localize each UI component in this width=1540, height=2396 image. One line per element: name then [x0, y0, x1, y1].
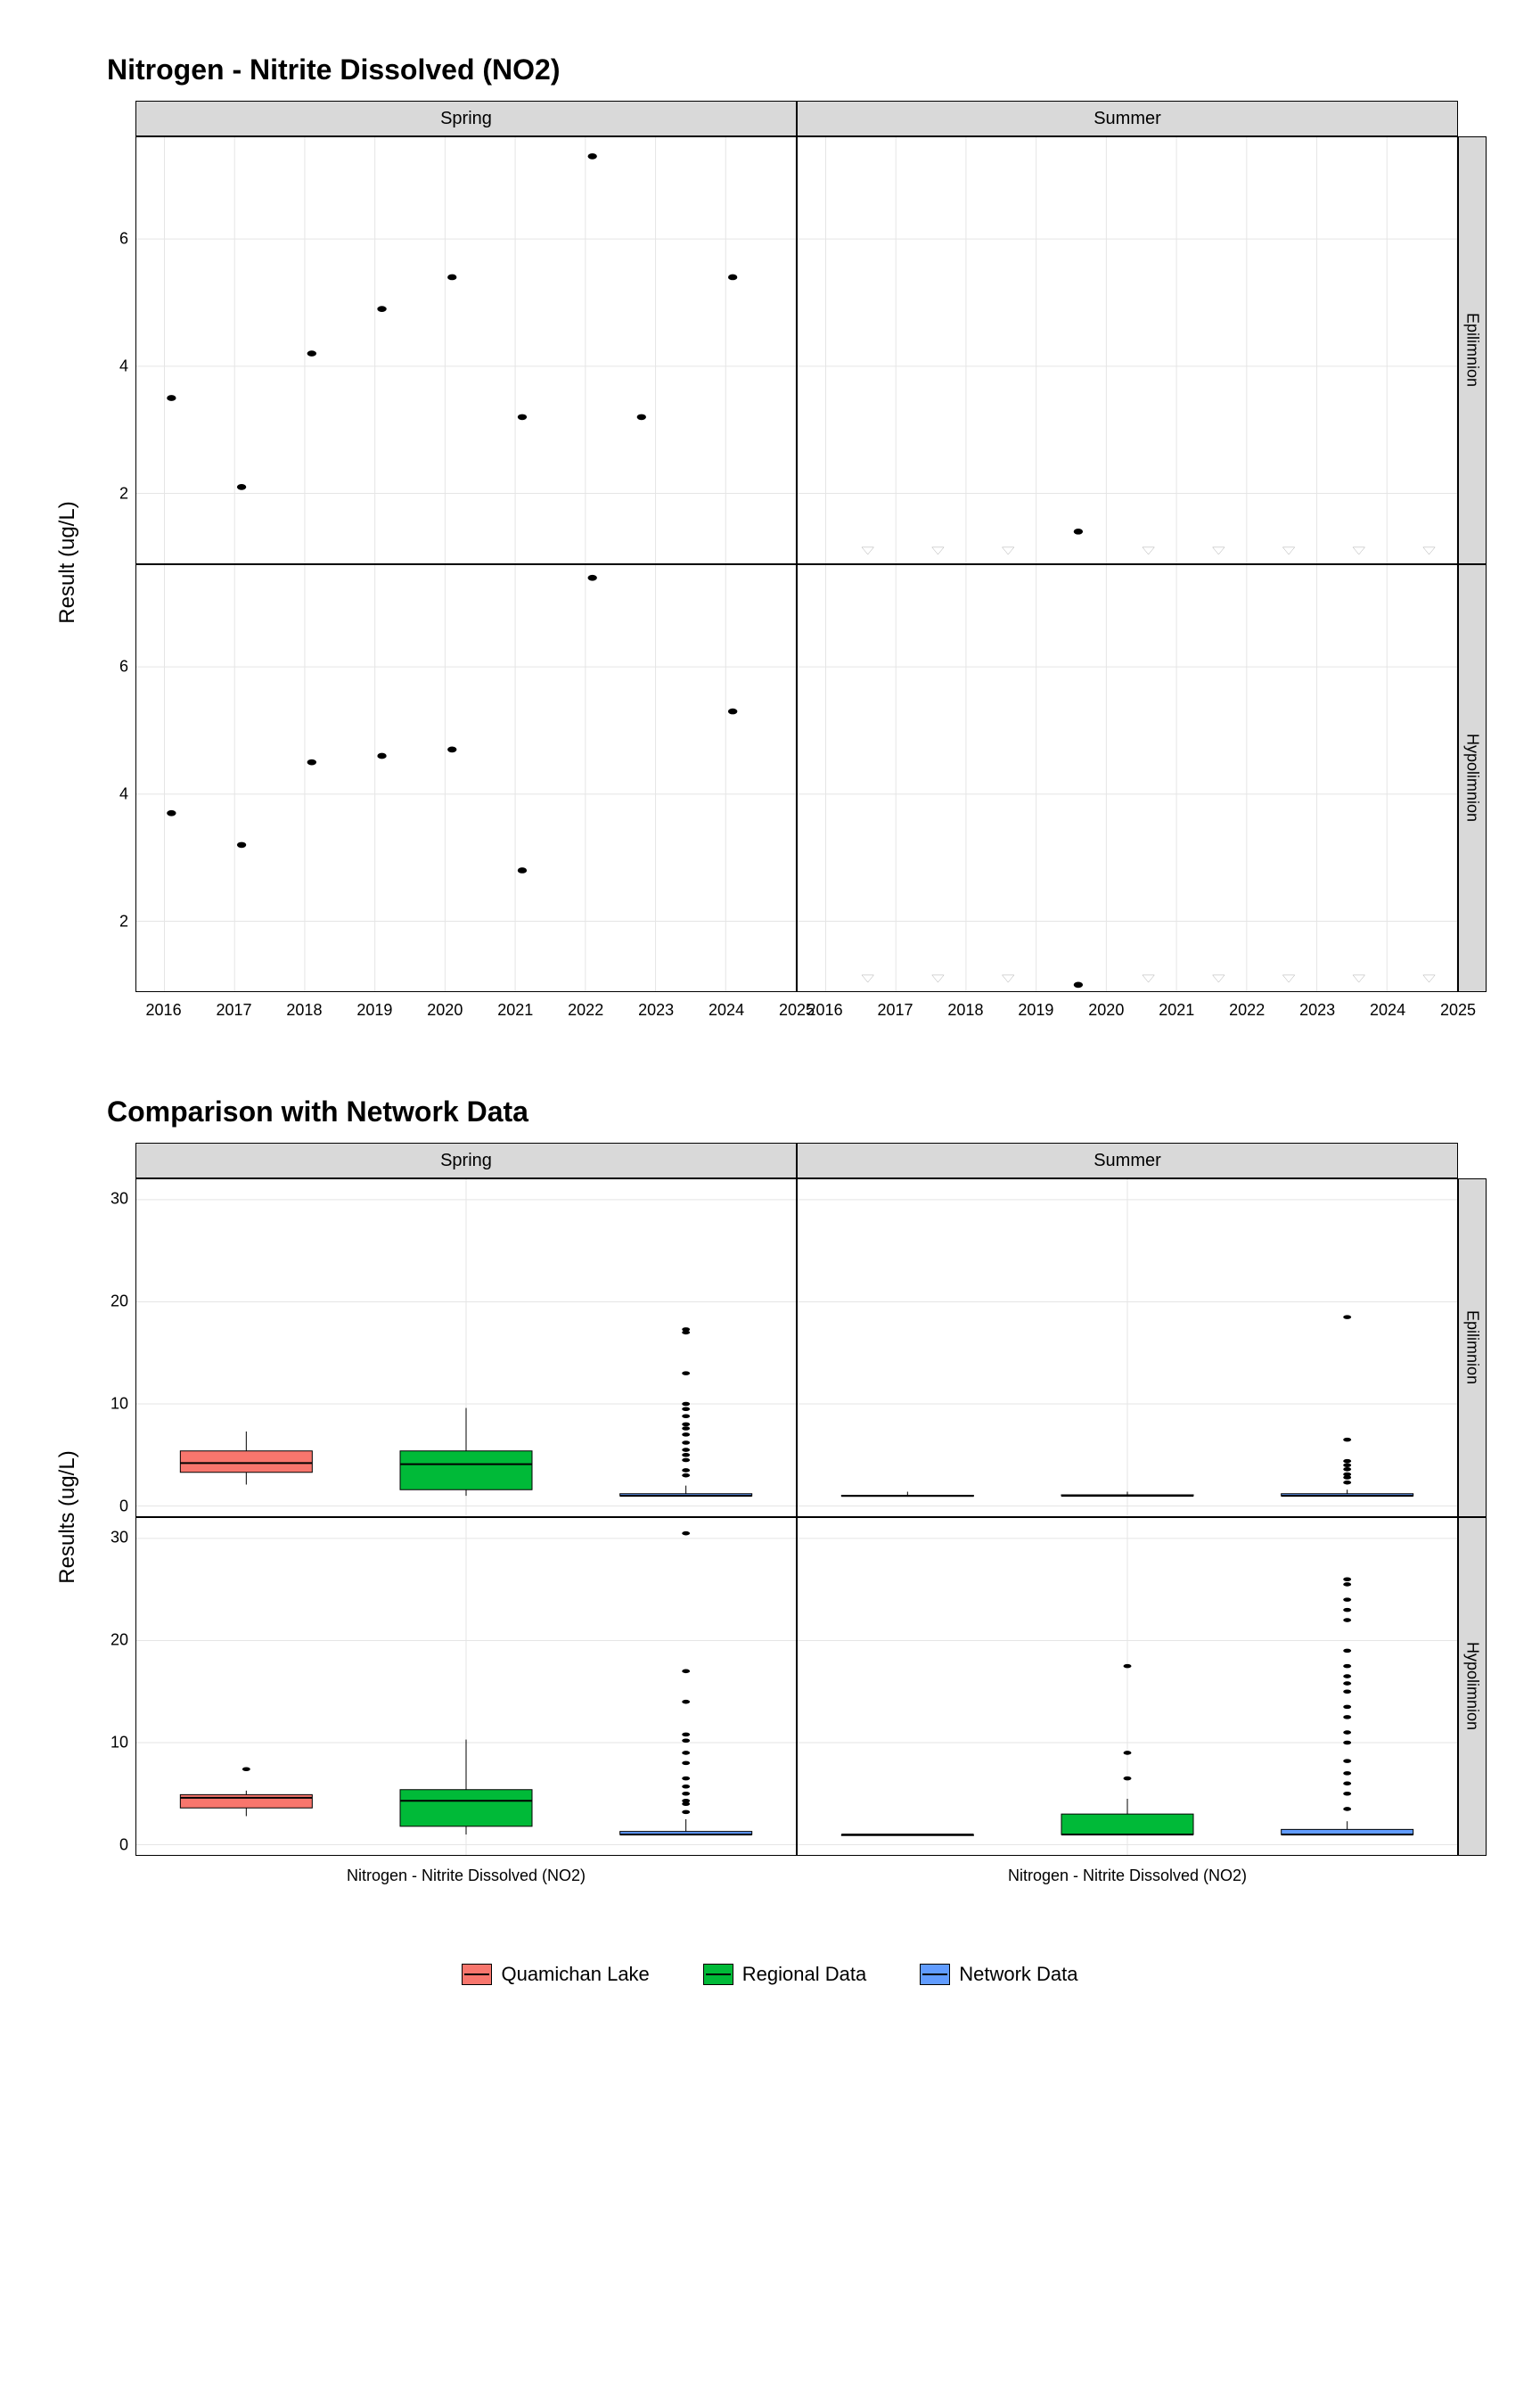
x-axis-ticks: 2016201720182019202020212022202320242025 [135, 992, 797, 1024]
panel [797, 1178, 1458, 1517]
legend-key-icon [703, 1964, 733, 1985]
legend-label: Quamichan Lake [501, 1963, 649, 1986]
y-axis-label: Result (ug/L) [55, 501, 80, 623]
panel [135, 1517, 797, 1856]
panel [797, 564, 1458, 992]
chart-title: Comparison with Network Data [107, 1095, 1487, 1128]
legend-item: Regional Data [703, 1963, 866, 1986]
x-axis-ticks: 2016201720182019202020212022202320242025 [797, 992, 1458, 1024]
legend-label: Regional Data [742, 1963, 866, 1986]
row-strip-hypo: Hypolimnion [1458, 1517, 1487, 1856]
panel [797, 136, 1458, 564]
x-category-label: Nitrogen - Nitrite Dissolved (NO2) [135, 1856, 797, 1891]
legend-key-icon [920, 1964, 950, 1985]
y-axis-ticks: 246 [86, 564, 135, 992]
legend-key-icon [462, 1964, 492, 1985]
row-strip-hypo: Hypolimnion [1458, 564, 1487, 992]
facet-grid: Result (ug/L) Spring Summer 246 Epilimni… [86, 101, 1487, 1024]
y-axis-ticks: 0102030 [86, 1517, 135, 1856]
panel [797, 1517, 1458, 1856]
y-axis-ticks: 246 [86, 136, 135, 564]
scatter-facet-chart: Nitrogen - Nitrite Dissolved (NO2) Resul… [53, 53, 1487, 1024]
y-axis-label: Results (ug/L) [55, 1450, 80, 1583]
legend-label: Network Data [959, 1963, 1077, 1986]
boxplot-facet-chart: Comparison with Network Data Results (ug… [53, 1095, 1487, 1891]
panel [135, 136, 797, 564]
col-strip-spring: Spring [135, 101, 797, 136]
chart-title: Nitrogen - Nitrite Dissolved (NO2) [107, 53, 1487, 86]
panel [135, 1178, 797, 1517]
legend-item: Network Data [920, 1963, 1077, 1986]
legend: Quamichan Lake Regional Data Network Dat… [53, 1963, 1487, 1986]
col-strip-summer: Summer [797, 1143, 1458, 1178]
row-strip-epi: Epilimnion [1458, 136, 1487, 564]
x-category-label: Nitrogen - Nitrite Dissolved (NO2) [797, 1856, 1458, 1891]
panel [135, 564, 797, 992]
row-strip-epi: Epilimnion [1458, 1178, 1487, 1517]
facet-grid: Results (ug/L) Spring Summer 0102030 Epi… [86, 1143, 1487, 1891]
legend-item: Quamichan Lake [462, 1963, 649, 1986]
col-strip-summer: Summer [797, 101, 1458, 136]
col-strip-spring: Spring [135, 1143, 797, 1178]
y-axis-ticks: 0102030 [86, 1178, 135, 1517]
